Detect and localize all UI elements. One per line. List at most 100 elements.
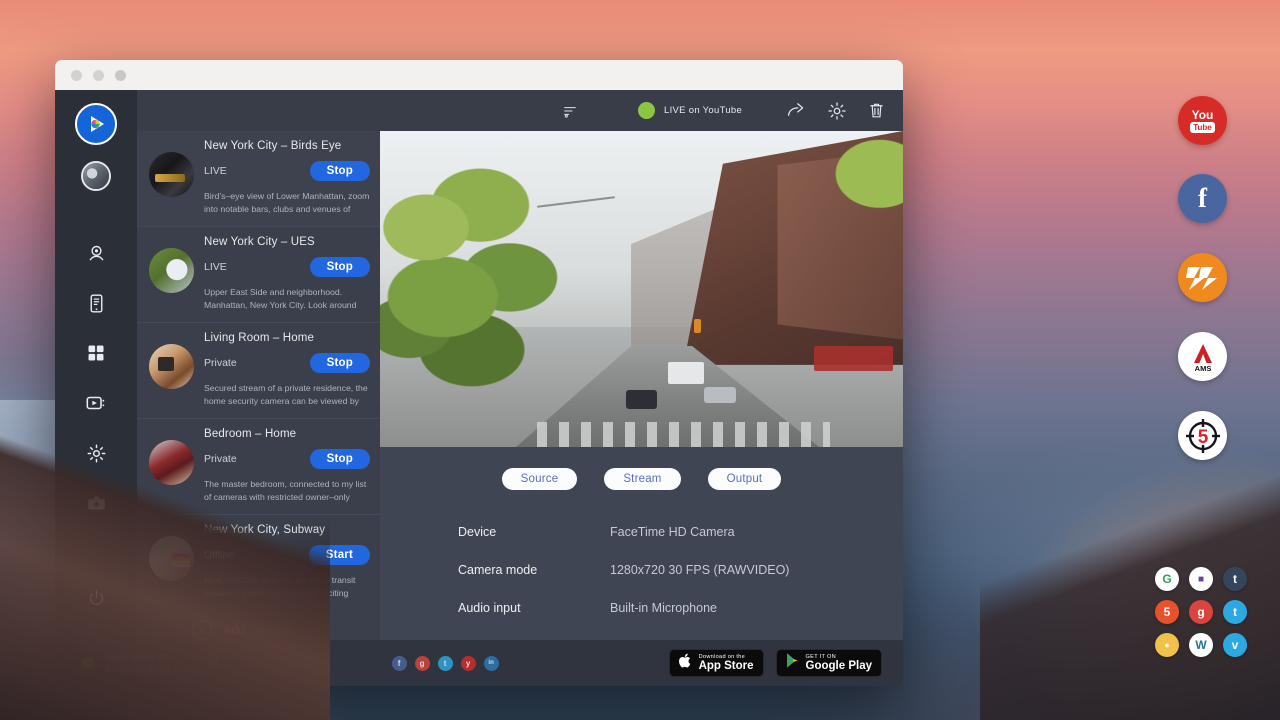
sidebar-item-support[interactable] [76,483,116,523]
gear-icon[interactable] [827,101,847,121]
live-indicator-dot [638,102,655,119]
camera-item-body: New York City – Birds Eye LIVE Stop Bird… [204,140,370,216]
server-status-dot [82,657,94,669]
avatar-image [83,163,109,189]
camera-list-item[interactable]: New York City, Subway Offline Start New … [137,515,380,598]
camera-action-button[interactable]: Stop [310,449,370,469]
tab-stream[interactable]: Stream [604,468,680,490]
camera-title: New York City, Subway [204,524,370,536]
camera-list-item[interactable]: New York City – Birds Eye LIVE Stop Bird… [137,131,380,227]
camera-list-item[interactable]: Bedroom – Home Private Stop The master b… [137,419,380,515]
video-preview[interactable] [380,131,903,447]
share-icon[interactable] [786,100,807,121]
camera-action-button[interactable]: Stop [310,161,370,181]
firstaid-icon [86,493,107,514]
facebook-dock-icon[interactable]: f [1178,174,1227,223]
add-camera-button[interactable]: + Add Camera [137,598,380,640]
statusbar-social-links: f g t y in [392,656,499,671]
camera-item-row: LIVE Stop [204,161,370,181]
sidebar-item-player[interactable] [76,383,116,423]
app-store-text: Download on the App Store [699,654,754,672]
adobe-ams-dock-icon[interactable]: AMS [1178,332,1227,381]
camera-description: Bird's–eye view of Lower Manhattan, zoom… [204,190,370,216]
sidebar-item-cameras[interactable] [76,233,116,273]
grasshopper-icon[interactable]: G [1155,567,1179,591]
camera-list[interactable]: New York City – Birds Eye LIVE Stop Bird… [137,131,380,598]
live-status-label: LIVE on YouTube [664,105,742,116]
tab-source[interactable]: Source [502,468,578,490]
sidebar-item-devices[interactable] [76,283,116,323]
googleplus-icon[interactable]: g [415,656,430,671]
sidebar-item-settings[interactable] [76,433,116,473]
preview-truck [668,362,705,384]
detail-row-audio-input: Audio input Built-in Microphone [458,601,903,615]
window-close-button[interactable] [71,70,82,81]
camera-thumbnail [149,152,194,197]
twitch-icon[interactable]: ■ [1189,567,1213,591]
camera-list-item[interactable]: Living Room – Home Private Stop Secured … [137,323,380,419]
settings-tabs: Source Stream Output [380,468,903,490]
detail-value[interactable]: 1280x720 30 FPS (RAWVIDEO) [610,563,789,577]
facebook-glyph: f [1198,183,1207,214]
app-logo-play[interactable] [75,103,117,145]
log-document-icon[interactable] [205,653,220,673]
app-store-main: App Store [699,660,754,672]
window-titlebar [55,60,903,90]
camera-item-body: New York City – UES LIVE Stop Upper East… [204,236,370,312]
server-status-text: Server status: OK Bandwidth: 1.2Mb /1.4M… [105,651,199,675]
trash-icon[interactable] [867,101,886,120]
detail-value[interactable]: Built-in Microphone [610,601,717,615]
camera-action-button[interactable]: Start [309,545,370,565]
camera-action-button[interactable]: Stop [310,257,370,277]
camera-list-header [137,90,380,131]
window-maximize-button[interactable] [115,70,126,81]
camera-status: Offline [204,549,234,561]
main-toolbar: LIVE on YouTube [380,90,903,131]
wordpress-icon[interactable]: W [1189,633,1213,657]
youtube-dock-icon[interactable]: You Tube [1178,96,1227,145]
camera-action-button[interactable]: Stop [310,353,370,373]
camera-list-item[interactable]: New York City – UES LIVE Stop Upper East… [137,227,380,323]
social-grid-row: 5 g t [1155,600,1255,624]
camera-item-body: New York City, Subway Offline Start New … [204,524,370,598]
five-icon[interactable]: 5 [1155,600,1179,624]
detail-row-device: Device FaceTime HD Camera [458,525,903,539]
camera-item-row: Private Stop [204,449,370,469]
user-avatar[interactable] [81,161,111,191]
facebook-icon[interactable]: f [392,656,407,671]
camera-status: Private [204,453,237,465]
preview-red-awning [814,346,892,371]
add-camera-label: Add Camera [223,623,293,637]
detail-value[interactable]: FaceTime HD Camera [610,525,735,539]
preview-crosswalk [537,422,830,447]
tab-output[interactable]: Output [708,468,782,490]
camera-item-body: Living Room – Home Private Stop Secured … [204,332,370,408]
camera-title: Bedroom – Home [204,428,370,440]
app-store-badge[interactable]: Download on the App Store [669,649,764,677]
power-icon [87,589,106,608]
status-bar: Server status: OK Bandwidth: 1.2Mb /1.4M… [55,640,903,686]
sidebar-item-dashboard[interactable] [76,333,116,373]
detail-label: Device [458,525,610,539]
linkedin-icon[interactable]: in [484,656,499,671]
tumblr-icon[interactable]: t [1223,567,1247,591]
twitter-icon[interactable]: t [1223,600,1247,624]
googleplus-icon[interactable]: g [1189,600,1213,624]
lightning-bolt-icon [1186,263,1220,293]
sort-filter-icon[interactable] [562,103,578,119]
google-play-badge[interactable]: GET IT ON Google Play [776,649,882,677]
vimeo-icon[interactable]: v [1223,633,1247,657]
camera-thumbnail [149,344,194,389]
channel5-dock-icon[interactable]: 5 [1178,411,1227,460]
store-badges: Download on the App Store [669,649,882,677]
camera-item-row: Private Stop [204,353,370,373]
preview-traffic-light [694,319,701,333]
window-minimize-button[interactable] [93,70,104,81]
sidebar-item-power[interactable] [76,578,116,618]
preview-car-dark [626,390,657,409]
youtube-icon[interactable]: y [461,656,476,671]
grid-icon [86,343,106,363]
wowza-dock-icon[interactable] [1178,253,1227,302]
twitter-icon[interactable]: t [438,656,453,671]
flickr-icon[interactable]: ● [1155,633,1179,657]
